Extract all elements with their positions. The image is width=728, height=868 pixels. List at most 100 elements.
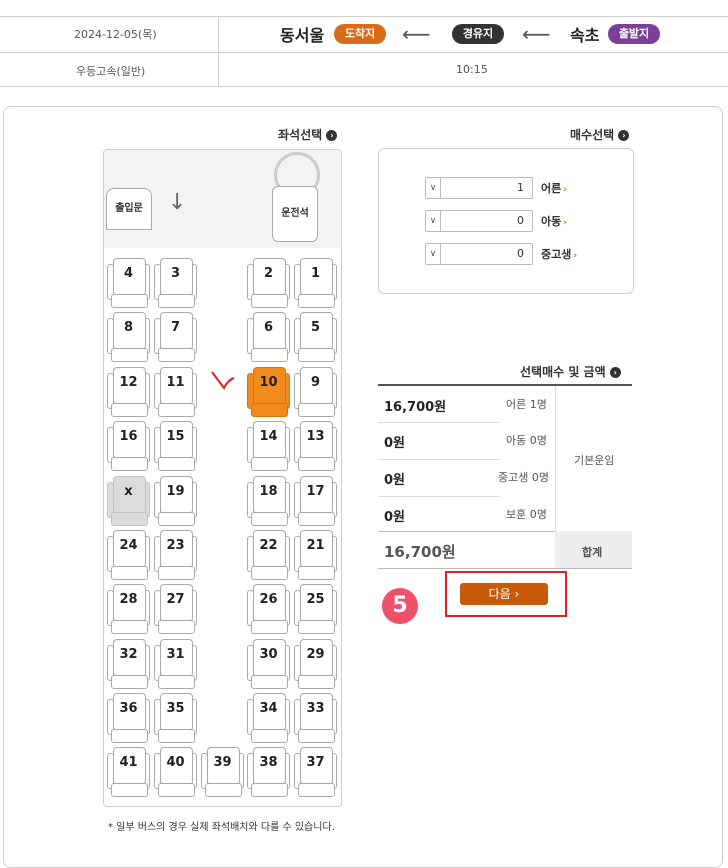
seat-12[interactable]: 12 [107,367,150,417]
seat-number: 10 [259,375,278,390]
seat-32[interactable]: 32 [107,639,150,689]
seat-21[interactable]: 21 [294,530,337,580]
seat-number: 30 [259,647,278,662]
fare-total-label: 합계 [582,546,603,559]
seat-39[interactable]: 39 [201,747,244,797]
seat-number: 12 [119,375,138,390]
arrow-icon: ⟵ [402,22,431,46]
seat-x: x [107,476,150,526]
seat-number: 38 [259,755,278,770]
bus-class: 우등고속(일반) [76,65,146,78]
departure-time: 10:15 [456,63,488,76]
seat-14[interactable]: 14 [247,421,290,471]
seat-number: 25 [306,592,325,607]
fare-child-label: 아동 0명 [506,434,547,447]
seat-3[interactable]: 3 [154,258,197,308]
via-badge: 경유지 [452,24,504,44]
seat-17[interactable]: 17 [294,476,337,526]
fare-section-title: 선택매수 및 금액 › [520,363,621,380]
seat-15[interactable]: 15 [154,421,197,471]
seat-13[interactable]: 13 [294,421,337,471]
student-label: 중고생 [541,248,572,261]
student-count-select[interactable]: ∨ 0 [425,243,533,265]
seat-24[interactable]: 24 [107,530,150,580]
seat-19[interactable]: 19 [154,476,197,526]
route-header: 동서울 도착지 ⟵ 경유지 ⟵ 속초 출발지 [220,22,720,46]
seat-30[interactable]: 30 [247,639,290,689]
seat-29[interactable]: 29 [294,639,337,689]
seat-9[interactable]: 9 [294,367,337,417]
seat-number: 19 [166,484,185,499]
seat-number: 7 [170,320,181,335]
origin-badge: 출발지 [608,24,660,44]
seat-27[interactable]: 27 [154,584,197,634]
seat-number: 24 [119,538,138,553]
next-button[interactable]: 다음 › [460,583,548,605]
seat-number: 16 [119,429,138,444]
chevron-down-icon: ∨ [426,178,441,198]
seat-number: 31 [166,647,185,662]
seat-34[interactable]: 34 [247,693,290,743]
seat-33[interactable]: 33 [294,693,337,743]
seat-number: 5 [310,320,321,335]
seat-number: 1 [310,266,321,281]
seat-40[interactable]: 40 [154,747,197,797]
fare-adult-amount: 16,700원 [384,400,447,415]
arrow-icon: ⟵ [522,22,551,46]
seat-37[interactable]: 37 [294,747,337,797]
seat-number: 34 [259,701,278,716]
seat-2[interactable]: 2 [247,258,290,308]
seat-number: 32 [119,647,138,662]
seat-35[interactable]: 35 [154,693,197,743]
fare-group-label: 기본운임 [574,454,615,467]
fare-veteran-amount: 0원 [384,510,406,525]
seat-4[interactable]: 4 [107,258,150,308]
seat-38[interactable]: 38 [247,747,290,797]
seat-number: 27 [166,592,185,607]
seat-1[interactable]: 1 [294,258,337,308]
adult-label: 어른 [541,182,562,195]
bullet-icon: › [609,367,621,378]
ticket-row-child: ∨ 0 아동 › [379,210,633,232]
ticket-row-adult: ∨ 1 어른 › [379,177,633,199]
seat-number: 8 [123,320,134,335]
child-label: 아동 [541,215,562,228]
seat-note: * 일부 버스의 경우 실제 좌석배치와 다를 수 있습니다. [108,822,335,833]
fare-table: 16,700원 어른 1명 0원 아동 0명 0원 중고생 0명 0원 보훈 0… [378,384,632,570]
seat-31[interactable]: 31 [154,639,197,689]
seat-36[interactable]: 36 [107,693,150,743]
seat-10[interactable]: 10 [247,367,290,417]
fare-child-amount: 0원 [384,436,406,451]
seat-number: 36 [119,701,138,716]
origin-name: 속초 [570,26,600,45]
seat-number: 23 [166,538,185,553]
seat-7[interactable]: 7 [154,312,197,362]
seat-number: 13 [306,429,325,444]
adult-count-select[interactable]: ∨ 1 [425,177,533,199]
seat-section-title: 좌석선택 › [278,126,338,143]
seat-number: 40 [166,755,185,770]
seat-number: 33 [306,701,325,716]
seat-8[interactable]: 8 [107,312,150,362]
seat-23[interactable]: 23 [154,530,197,580]
seat-6[interactable]: 6 [247,312,290,362]
seat-number: 14 [259,429,278,444]
seat-11[interactable]: 11 [154,367,197,417]
seat-41[interactable]: 41 [107,747,150,797]
seat-number: 29 [306,647,325,662]
seat-26[interactable]: 26 [247,584,290,634]
fare-total-amount: 16,700원 [384,543,456,561]
seat-5[interactable]: 5 [294,312,337,362]
child-count-select[interactable]: ∨ 0 [425,210,533,232]
seat-22[interactable]: 22 [247,530,290,580]
annotation-mark-icon [211,371,235,390]
seat-16[interactable]: 16 [107,421,150,471]
seat-25[interactable]: 25 [294,584,337,634]
chevron-down-icon: ∨ [426,211,441,231]
seat-28[interactable]: 28 [107,584,150,634]
step-number-badge: 5 [382,588,418,624]
seat-number: 22 [259,538,278,553]
bullet-icon: › [326,130,338,141]
seat-number: 15 [166,429,185,444]
seat-18[interactable]: 18 [247,476,290,526]
